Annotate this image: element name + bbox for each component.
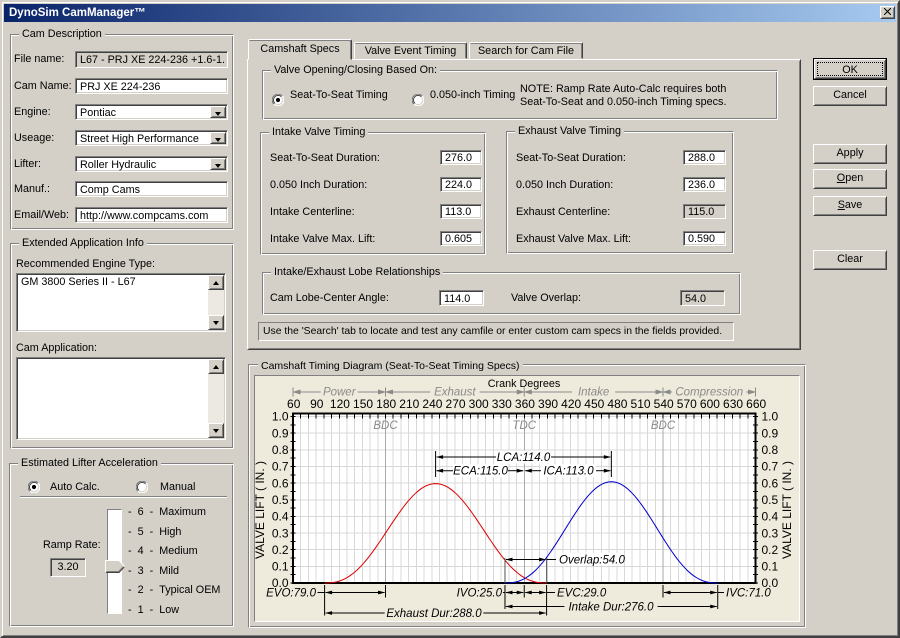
svg-text:0.4: 0.4 bbox=[762, 510, 779, 524]
svg-text:210: 210 bbox=[399, 397, 419, 411]
svg-text:0.8: 0.8 bbox=[272, 443, 289, 457]
svg-text:0.7: 0.7 bbox=[762, 460, 779, 474]
svg-text:VALVE LIFT ( IN. ): VALVE LIFT ( IN. ) bbox=[780, 461, 794, 559]
svg-text:660: 660 bbox=[746, 397, 766, 411]
svg-text:0.7: 0.7 bbox=[272, 460, 289, 474]
svg-text:0.1: 0.1 bbox=[762, 560, 779, 574]
svg-text:IVO:25.0: IVO:25.0 bbox=[457, 588, 503, 600]
svg-text:0.6: 0.6 bbox=[272, 476, 289, 490]
svg-text:LCA:114.0: LCA:114.0 bbox=[497, 452, 551, 464]
svg-text:510: 510 bbox=[631, 397, 651, 411]
svg-text:270: 270 bbox=[446, 397, 466, 411]
svg-text:0.5: 0.5 bbox=[762, 493, 779, 507]
svg-text:EVO:79.0: EVO:79.0 bbox=[266, 588, 316, 600]
svg-text:Intake Dur:276.0: Intake Dur:276.0 bbox=[568, 602, 654, 614]
svg-text:0.4: 0.4 bbox=[272, 510, 289, 524]
svg-text:Exhaust: Exhaust bbox=[434, 387, 476, 399]
svg-text:240: 240 bbox=[422, 397, 442, 411]
svg-text:ECA:115.0: ECA:115.0 bbox=[453, 466, 508, 478]
svg-text:630: 630 bbox=[723, 397, 743, 411]
svg-text:300: 300 bbox=[469, 397, 489, 411]
svg-text:Intake: Intake bbox=[578, 387, 609, 399]
svg-text:0.9: 0.9 bbox=[762, 426, 779, 440]
svg-text:420: 420 bbox=[561, 397, 581, 411]
svg-text:90: 90 bbox=[310, 397, 324, 411]
svg-text:360: 360 bbox=[515, 397, 535, 411]
svg-text:BDC: BDC bbox=[651, 420, 676, 432]
svg-text:330: 330 bbox=[492, 397, 512, 411]
svg-text:480: 480 bbox=[607, 397, 627, 411]
svg-text:1.0: 1.0 bbox=[272, 410, 289, 424]
svg-text:0.9: 0.9 bbox=[272, 426, 289, 440]
svg-text:0.2: 0.2 bbox=[762, 543, 779, 557]
svg-text:0.3: 0.3 bbox=[762, 526, 779, 540]
svg-text:BDC: BDC bbox=[373, 420, 398, 432]
svg-text:0.3: 0.3 bbox=[272, 526, 289, 540]
svg-text:180: 180 bbox=[376, 397, 396, 411]
svg-text:0.1: 0.1 bbox=[272, 560, 289, 574]
svg-text:0.2: 0.2 bbox=[272, 543, 289, 557]
svg-text:0.5: 0.5 bbox=[272, 493, 289, 507]
svg-text:EVC:29.0: EVC:29.0 bbox=[557, 588, 607, 600]
svg-text:Exhaust Dur:288.0: Exhaust Dur:288.0 bbox=[386, 608, 482, 620]
svg-text:Power: Power bbox=[323, 387, 357, 399]
svg-text:Overlap:54.0: Overlap:54.0 bbox=[559, 555, 625, 567]
svg-text:0.8: 0.8 bbox=[762, 443, 779, 457]
svg-text:VALVE LIFT ( IN. ): VALVE LIFT ( IN. ) bbox=[254, 461, 267, 559]
svg-text:150: 150 bbox=[353, 397, 373, 411]
svg-text:Compression: Compression bbox=[675, 387, 743, 399]
svg-text:450: 450 bbox=[584, 397, 604, 411]
svg-text:60: 60 bbox=[287, 397, 301, 411]
svg-text:IVC:71.0: IVC:71.0 bbox=[726, 588, 771, 600]
svg-text:600: 600 bbox=[700, 397, 720, 411]
svg-text:1.0: 1.0 bbox=[762, 410, 779, 424]
svg-text:570: 570 bbox=[677, 397, 697, 411]
svg-text:540: 540 bbox=[654, 397, 674, 411]
svg-text:TDC: TDC bbox=[512, 420, 536, 432]
svg-text:0.6: 0.6 bbox=[762, 476, 779, 490]
svg-text:ICA:113.0: ICA:113.0 bbox=[543, 466, 594, 478]
svg-text:390: 390 bbox=[538, 397, 558, 411]
svg-text:120: 120 bbox=[330, 397, 350, 411]
